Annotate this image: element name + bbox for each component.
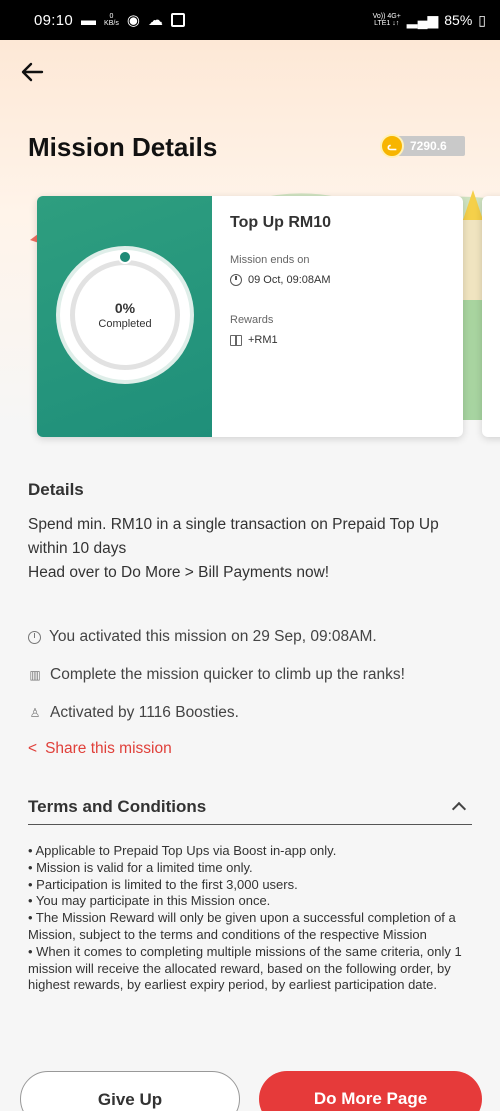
network-bottom: LTE1 ↓↑ bbox=[374, 20, 400, 27]
back-button[interactable] bbox=[20, 60, 50, 84]
terms-item: • Applicable to Prepaid Top Ups via Boos… bbox=[28, 843, 337, 858]
terms-accordion-header[interactable]: Terms and Conditions bbox=[28, 790, 472, 825]
status-notification-icons: ▬ 0 KB/s ◉ ☁ bbox=[81, 11, 185, 29]
clock-icon bbox=[28, 630, 41, 644]
page-title: Mission Details bbox=[28, 132, 218, 162]
data-speed-unit: KB/s bbox=[104, 20, 119, 27]
network-indicator: Vo)) 4G+ LTE1 ↓↑ bbox=[373, 13, 401, 27]
reward-row: +RM1 bbox=[230, 334, 445, 346]
status-right: Vo)) 4G+ LTE1 ↓↑ ▂▄▆ 85% ▯ bbox=[373, 12, 486, 29]
terms-heading: Terms and Conditions bbox=[28, 797, 207, 816]
gift-icon bbox=[230, 334, 242, 346]
terms-item: • You may participate in this Mission on… bbox=[28, 893, 271, 909]
details-line-2: Head over to Do More > Bill Payments now… bbox=[28, 564, 330, 581]
details-line-1: Spend min. RM10 in a single transaction … bbox=[28, 516, 439, 557]
mission-ends-label: Mission ends on bbox=[230, 254, 310, 266]
terms-content: • Applicable to Prepaid Top Ups via Boos… bbox=[28, 843, 472, 994]
status-bar: 09:10 ▬ 0 KB/s ◉ ☁ Vo)) 4G+ LTE1 ↓↑ ▂▄▆ … bbox=[0, 0, 500, 40]
activated-on-row: You activated this mission on 29 Sep, 09… bbox=[28, 628, 377, 646]
mission-card: 0% Completed Top Up RM10 Mission ends on… bbox=[37, 196, 463, 437]
activated-by-text: Activated by 1116 Boosties. bbox=[50, 704, 239, 721]
progress-marker bbox=[118, 250, 132, 264]
mission-info: Top Up RM10 Mission ends on 09 Oct, 09:0… bbox=[212, 196, 463, 437]
progress-percent: 0% bbox=[114, 300, 136, 316]
chevron-up-icon bbox=[451, 801, 467, 817]
reward-value: +RM1 bbox=[248, 334, 278, 346]
person-icon: ♙ bbox=[29, 706, 41, 720]
battery-icon: ▯ bbox=[478, 11, 486, 28]
mission-progress-panel: 0% Completed bbox=[37, 196, 212, 437]
mission-ends-value: 09 Oct, 09:08AM bbox=[248, 274, 331, 286]
data-speed-value: 0 bbox=[109, 13, 114, 20]
progress-ring: 0% Completed bbox=[60, 250, 190, 380]
activated-by-row: ♙ Activated by 1116 Boosties. bbox=[28, 704, 239, 722]
arrow-left-icon bbox=[21, 62, 44, 82]
ranks-text: Complete the mission quicker to climb up… bbox=[50, 666, 405, 683]
share-label: Share this mission bbox=[45, 740, 172, 757]
message-icon: ▬ bbox=[81, 11, 97, 29]
share-icon: < bbox=[28, 740, 38, 757]
next-mission-card-peek[interactable] bbox=[482, 196, 500, 437]
terms-item: • Participation is limited to the first … bbox=[28, 876, 298, 892]
terms-item: • The Mission Reward will only be given … bbox=[28, 910, 456, 942]
progress-ring-inner: 0% Completed bbox=[70, 260, 180, 370]
cloud-icon: ☁ bbox=[147, 12, 163, 29]
rewards-label: Rewards bbox=[230, 314, 274, 326]
points-value: 7290.6 bbox=[396, 136, 465, 156]
details-heading: Details bbox=[28, 480, 84, 499]
status-time: 09:10 bbox=[34, 11, 74, 29]
do-more-page-button[interactable]: Do More Page bbox=[259, 1071, 482, 1111]
points-balance[interactable]: ᓚ 7290.6 bbox=[380, 134, 465, 158]
mission-title: Top Up RM10 bbox=[230, 214, 332, 231]
activated-on-text: You activated this mission on 29 Sep, 09… bbox=[49, 628, 377, 645]
gallery-icon bbox=[170, 13, 185, 27]
terms-item: • Mission is valid for a limited time on… bbox=[28, 859, 253, 875]
progress-label: Completed bbox=[98, 318, 152, 330]
network-top: Vo)) 4G+ bbox=[372, 13, 401, 20]
battery-level: 85% bbox=[444, 12, 473, 28]
boost-coin-icon: ᓚ bbox=[380, 134, 404, 158]
leaderboard-icon: ▥ bbox=[29, 668, 41, 682]
terms-item: • When it comes to completing multiple m… bbox=[28, 943, 462, 993]
give-up-button[interactable]: Give Up bbox=[20, 1071, 240, 1111]
ranks-row: ▥ Complete the mission quicker to climb … bbox=[28, 666, 405, 684]
clock-icon bbox=[230, 274, 242, 286]
data-speed: 0 KB/s bbox=[104, 13, 119, 27]
details-description: Spend min. RM10 in a single transaction … bbox=[28, 513, 468, 585]
signal-icon: ▂▄▆ bbox=[406, 11, 439, 28]
app-notification-icon: ◉ bbox=[126, 12, 140, 29]
mission-ends-row: 09 Oct, 09:08AM bbox=[230, 274, 445, 286]
share-mission-link[interactable]: < Share this mission bbox=[28, 740, 172, 758]
